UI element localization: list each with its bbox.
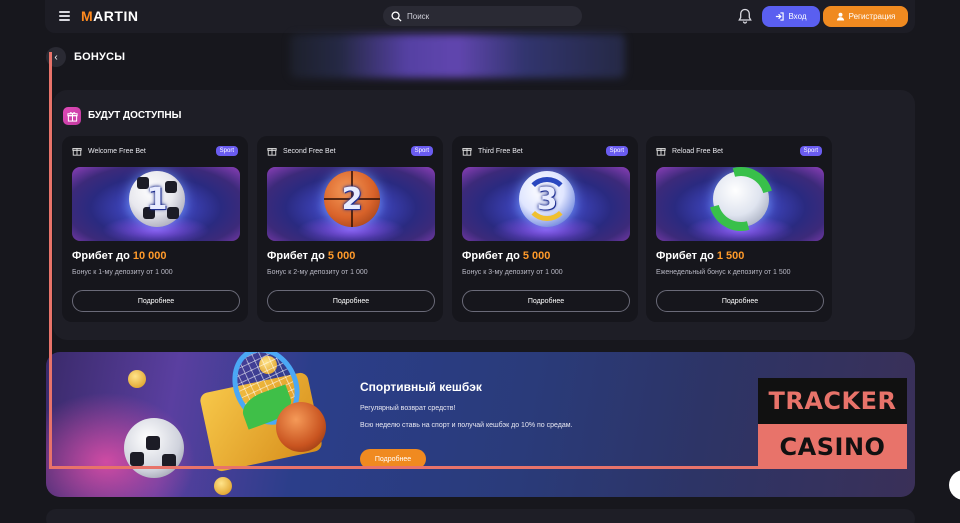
chevron-left-icon: ‹ [54, 51, 58, 63]
card-image: 3 [462, 167, 630, 241]
coin-icon [214, 477, 232, 495]
search-input[interactable] [407, 11, 567, 21]
watermark-tracker: TRACKER [758, 378, 907, 424]
offer-amount: 5 000 [522, 250, 551, 262]
card-name: Second Free Bet [283, 147, 336, 155]
section-title: БУДУТ ДОСТУПНЫ [88, 110, 182, 121]
bonus-card: Third Free Bet Sport 3 Фрибет до 5 000 Б… [452, 136, 638, 322]
register-button[interactable]: Регистрация [823, 6, 908, 27]
card-number: 2 [341, 181, 363, 217]
cashback-subtitle: Регулярный возврат средств! [360, 405, 456, 412]
menu-icon[interactable] [59, 11, 70, 21]
login-icon [776, 12, 785, 21]
bonus-card: Welcome Free Bet Sport 1 Фрибет до 10 00… [62, 136, 248, 322]
bonus-card: Reload Free Bet Sport Фрибет до 1 500 Еж… [646, 136, 832, 322]
offer-amount: 1 500 [716, 250, 745, 262]
basketball-icon: 2 [324, 171, 380, 227]
gift-icon [656, 148, 666, 156]
gift-icon [63, 107, 81, 125]
card-name: Third Free Bet [478, 147, 523, 155]
card-number: 3 [536, 181, 558, 217]
card-offer: Фрибет до 5 000 [267, 250, 355, 262]
card-image: 2 [267, 167, 435, 241]
card-offer: Фрибет до 10 000 [72, 250, 167, 262]
card-image [656, 167, 824, 241]
gift-icon [462, 148, 472, 156]
details-button[interactable]: Подробнее [267, 290, 435, 312]
gift-icon [72, 148, 82, 156]
offer-prefix: Фрибет до [267, 250, 325, 262]
details-button[interactable]: Подробнее [656, 290, 824, 312]
card-description: Бонус к 3-му депозиту от 1 000 [462, 269, 563, 276]
logo[interactable]: MARTIN [81, 8, 138, 24]
cashback-title: Спортивный кешбэк [360, 380, 482, 394]
basketball-icon [276, 402, 326, 452]
sport-badge: Sport [605, 146, 628, 156]
volleyball-icon: 3 [519, 171, 575, 227]
page-title: БОНУСЫ [74, 51, 126, 63]
card-number: 1 [146, 181, 168, 217]
next-section-panel [46, 509, 915, 523]
card-description: Бонус к 1-му депозиту от 1 000 [72, 269, 173, 276]
bonus-card: Second Free Bet Sport 2 Фрибет до 5 000 … [257, 136, 443, 322]
search-icon [391, 10, 402, 22]
details-button[interactable]: Подробнее [72, 290, 240, 312]
coin-icon [128, 370, 146, 388]
cashback-description: Всю неделю ставь на спорт и получай кешб… [360, 422, 573, 429]
login-button[interactable]: Вход [762, 6, 820, 27]
soccer-ball-icon: 1 [129, 171, 185, 227]
blurred-promo-strip [290, 34, 625, 78]
logo-text: MARTIN [81, 8, 139, 24]
gift-icon [267, 148, 277, 156]
watermark-frame-line [49, 52, 52, 469]
sport-badge: Sport [799, 146, 822, 156]
offer-amount: 5 000 [327, 250, 356, 262]
search-bar[interactable] [383, 6, 582, 26]
card-name: Reload Free Bet [672, 147, 723, 155]
watermark-casino: CASINO [758, 424, 907, 469]
card-offer: Фрибет до 1 500 [656, 250, 744, 262]
login-label: Вход [788, 12, 807, 21]
card-offer: Фрибет до 5 000 [462, 250, 550, 262]
card-name: Welcome Free Bet [88, 147, 146, 155]
register-label: Регистрация [848, 12, 896, 21]
user-icon [836, 12, 844, 21]
bell-icon[interactable] [738, 8, 752, 24]
card-description: Еженедельный бонус к депозиту от 1 500 [656, 269, 791, 276]
offer-amount: 10 000 [132, 250, 167, 262]
sport-badge: Sport [410, 146, 433, 156]
reload-ball-icon [713, 171, 769, 227]
soccer-ball-icon [124, 418, 184, 478]
top-header: MARTIN Вход Регистрация [45, 0, 915, 33]
offer-prefix: Фрибет до [72, 250, 130, 262]
card-description: Бонус к 2-му депозиту от 1 000 [267, 269, 368, 276]
chat-button[interactable] [949, 470, 960, 500]
details-button[interactable]: Подробнее [462, 290, 630, 312]
offer-prefix: Фрибет до [656, 250, 714, 262]
card-image: 1 [72, 167, 240, 241]
offer-prefix: Фрибет до [462, 250, 520, 262]
sport-badge: Sport [215, 146, 238, 156]
